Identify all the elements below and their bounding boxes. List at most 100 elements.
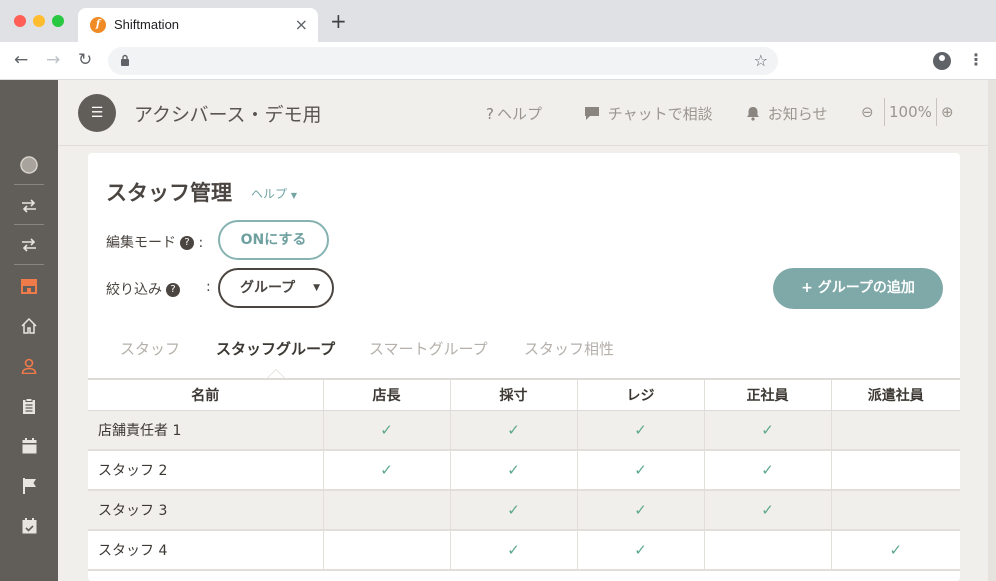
store-icon[interactable]: [0, 272, 58, 300]
group-membership-cell[interactable]: ✓: [704, 410, 832, 451]
group-membership-cell[interactable]: ✓: [323, 410, 451, 451]
zoom-in-icon[interactable]: ⊕: [941, 103, 954, 121]
table-row[interactable]: スタッフ 4 ✓ ✓ ✓: [88, 530, 960, 571]
group-membership-cell[interactable]: ✓: [577, 410, 705, 451]
edit-mode-on-button[interactable]: ONにする: [218, 220, 329, 260]
browser-tab[interactable]: f Shiftmation ×: [78, 8, 318, 42]
group-membership-cell[interactable]: ✓: [450, 530, 578, 571]
org-title: アクシバース・デモ用: [134, 104, 322, 126]
table-row[interactable]: スタッフ 2 ✓ ✓ ✓ ✓: [88, 450, 960, 491]
staff-group-table: 名前 店長 採寸 レジ 正社員 派遣社員 店舗責任者 1 ✓ ✓ ✓ ✓ スタッフ 2 ✓ ✓…: [88, 378, 960, 571]
reload-icon[interactable]: ↻: [78, 50, 92, 70]
group-membership-cell[interactable]: ✓: [577, 450, 705, 491]
browser-toolbar: ← → ↻ ☆ ⋮: [0, 42, 996, 80]
calendar-check-icon[interactable]: [0, 512, 58, 540]
new-tab-button[interactable]: +: [330, 11, 347, 31]
edit-mode-label: 編集モード? :: [106, 235, 204, 251]
zoom-out-icon[interactable]: ⊖: [861, 103, 874, 121]
group-membership-cell[interactable]: ✓: [450, 450, 578, 491]
check-icon: ✓: [634, 541, 647, 559]
address-bar[interactable]: ☆: [108, 47, 778, 75]
home-icon[interactable]: [0, 312, 58, 340]
table-row[interactable]: スタッフ 3 ✓ ✓ ✓: [88, 490, 960, 531]
browser-tab-bar: f Shiftmation × +: [0, 0, 996, 42]
header-chat-link[interactable]: チャットで相談: [584, 103, 713, 124]
table-row[interactable]: 店舗責任者 1 ✓ ✓ ✓ ✓: [88, 410, 960, 451]
group-membership-cell[interactable]: ✓: [704, 450, 832, 491]
forward-icon[interactable]: →: [46, 50, 60, 70]
bookmark-star-icon[interactable]: ☆: [754, 51, 768, 70]
caret-down-icon: ▼: [313, 283, 320, 293]
menu-button[interactable]: ☰: [78, 94, 116, 132]
user-icon[interactable]: [0, 352, 58, 380]
group-membership-cell[interactable]: [323, 530, 451, 571]
check-icon: ✓: [634, 501, 647, 519]
check-icon: ✓: [380, 420, 393, 439]
page-title: スタッフ管理: [106, 181, 232, 205]
column-header[interactable]: 採寸: [450, 379, 578, 411]
group-membership-cell[interactable]: ✓: [450, 410, 578, 451]
column-header[interactable]: レジ: [577, 379, 705, 411]
browser-menu-icon[interactable]: ⋮: [968, 50, 984, 69]
window-close-button[interactable]: [14, 15, 26, 27]
staff-name-cell[interactable]: 店舗責任者 1: [88, 410, 324, 451]
column-header[interactable]: 店長: [323, 379, 451, 411]
filter-label: 絞り込み?: [106, 279, 180, 299]
group-membership-cell[interactable]: ✓: [577, 490, 705, 531]
group-membership-cell[interactable]: [831, 450, 960, 491]
flag-icon[interactable]: [0, 472, 58, 500]
column-header[interactable]: 派遣社員: [831, 379, 960, 411]
filter-select[interactable]: グループ ▼: [218, 268, 334, 308]
group-membership-cell[interactable]: ✓: [704, 490, 832, 531]
zoom-separator: [936, 98, 937, 126]
page-help-dropdown[interactable]: ヘルプ ▼: [251, 185, 297, 202]
check-icon: ✓: [507, 420, 520, 439]
staff-name-cell[interactable]: スタッフ 3: [88, 490, 324, 531]
group-membership-cell[interactable]: ✓: [831, 530, 960, 571]
check-icon: ✓: [507, 541, 520, 559]
list-icon: ☰: [90, 105, 104, 121]
check-icon: ✓: [634, 420, 647, 439]
swap-icon[interactable]: [0, 231, 58, 259]
sidebar-divider: [14, 184, 44, 185]
tab-smart-group[interactable]: スマートグループ: [369, 338, 488, 359]
header-help-link[interactable]: ? ヘルプ: [486, 103, 542, 124]
group-membership-cell[interactable]: [704, 530, 832, 571]
tab-staff-compatibility[interactable]: スタッフ相性: [524, 338, 614, 359]
check-icon: ✓: [889, 541, 903, 559]
group-membership-cell[interactable]: [831, 490, 960, 531]
group-membership-cell[interactable]: [323, 490, 451, 531]
staff-name-cell[interactable]: スタッフ 2: [88, 450, 324, 491]
tab-staff[interactable]: スタッフ: [120, 338, 180, 359]
tab-staff-group[interactable]: スタッフグループ: [216, 338, 335, 359]
group-membership-cell[interactable]: [831, 410, 960, 451]
swap-icon[interactable]: [0, 192, 58, 220]
add-group-button[interactable]: + グループの追加: [773, 268, 943, 309]
back-icon[interactable]: ←: [14, 50, 28, 70]
group-membership-cell[interactable]: ✓: [323, 450, 451, 491]
header-chat-label: チャットで相談: [607, 105, 713, 123]
staff-name-cell[interactable]: スタッフ 4: [88, 530, 324, 571]
tab-close-icon[interactable]: ×: [295, 15, 308, 34]
header-notifications-link[interactable]: お知らせ: [746, 103, 827, 124]
column-header[interactable]: 正社員: [704, 379, 832, 411]
question-circle-icon[interactable]: ?: [166, 283, 180, 297]
app-root: ☰ アクシバース・デモ用 ? ヘルプ チャットで相談 お知らせ ⊖ 100% ⊕ …: [0, 80, 996, 581]
group-membership-cell[interactable]: ✓: [577, 530, 705, 571]
profile-icon[interactable]: [933, 52, 951, 70]
sidebar-logo-icon[interactable]: [0, 151, 58, 179]
caret-down-icon: ▼: [290, 191, 297, 200]
window-minimize-button[interactable]: [33, 15, 45, 27]
group-membership-cell[interactable]: ✓: [450, 490, 578, 531]
question-icon: ?: [486, 105, 494, 123]
window-maximize-button[interactable]: [52, 15, 64, 27]
shiftmation-favicon-icon: f: [90, 17, 106, 33]
check-icon: ✓: [761, 420, 774, 439]
column-header[interactable]: 名前: [88, 379, 324, 411]
edit-mode-text: 編集モード: [106, 235, 176, 251]
question-circle-icon[interactable]: ?: [180, 236, 194, 250]
check-icon: ✓: [761, 461, 774, 479]
clipboard-icon[interactable]: [0, 392, 58, 420]
calendar-icon[interactable]: [0, 432, 58, 460]
chat-bubble-icon: [584, 105, 605, 123]
